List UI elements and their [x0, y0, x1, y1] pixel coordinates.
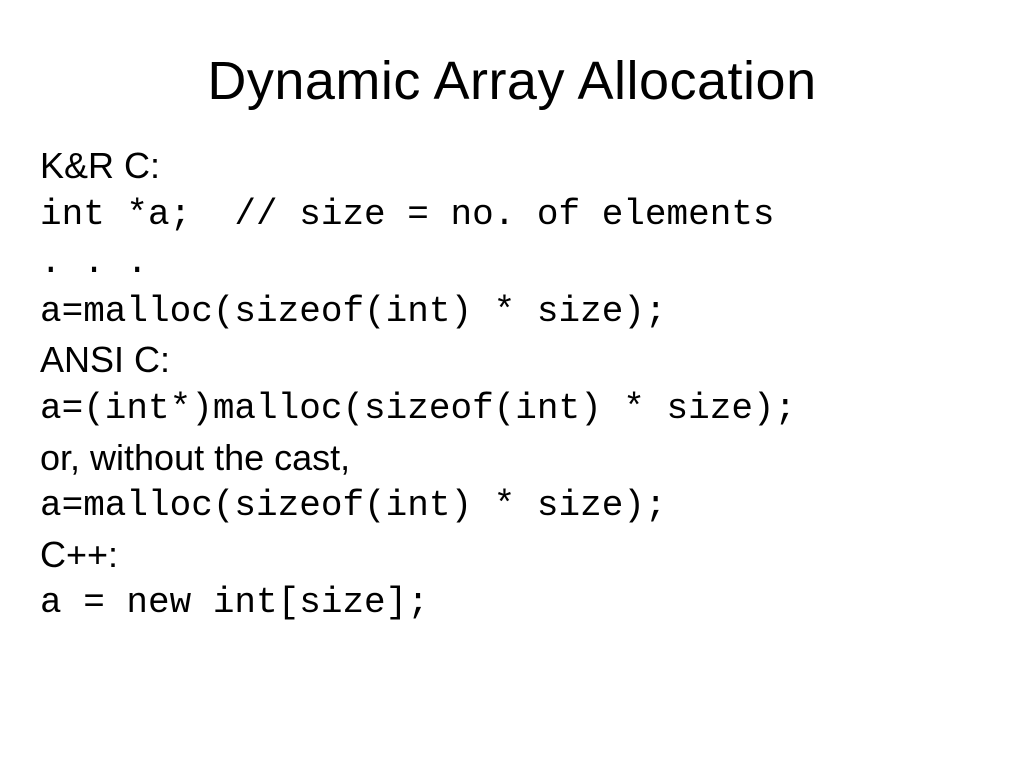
code-line: a=malloc(sizeof(int) * size); [40, 288, 984, 337]
label-cpp: C++: [40, 531, 984, 580]
slide-title: Dynamic Array Allocation [40, 50, 984, 112]
code-line: a=malloc(sizeof(int) * size); [40, 482, 984, 531]
code-line: a=(int*)malloc(sizeof(int) * size); [40, 385, 984, 434]
label-note: or, without the cast, [40, 434, 984, 483]
code-line: . . . [40, 239, 984, 288]
label-ansi-c: ANSI C: [40, 336, 984, 385]
slide-body: K&R C: int *a; // size = no. of elements… [40, 142, 984, 628]
slide: Dynamic Array Allocation K&R C: int *a; … [0, 0, 1024, 768]
code-line: a = new int[size]; [40, 579, 984, 628]
label-kr-c: K&R C: [40, 142, 984, 191]
code-line: int *a; // size = no. of elements [40, 191, 984, 240]
